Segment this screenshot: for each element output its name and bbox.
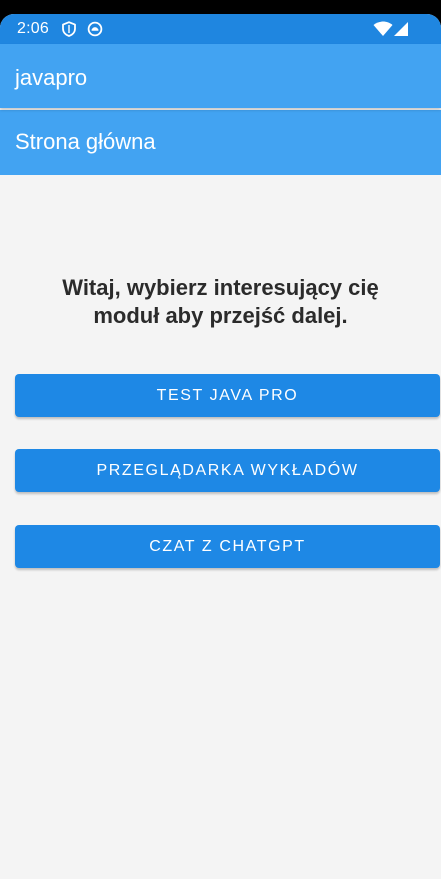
signal-icon (393, 21, 409, 37)
app-bar: javapro (0, 44, 441, 108)
status-time: 2:06 (17, 20, 49, 37)
shield-icon (61, 21, 77, 37)
test-java-pro-button-label: TEST JAVA PRO (156, 387, 299, 404)
chatgpt-chat-button-label: CZAT Z CHATGPT (149, 538, 306, 555)
phone-frame: 2:06 javapro Strona główna Witaj, wybier… (0, 0, 441, 879)
page-header: Strona główna (0, 110, 441, 175)
lecture-browser-button-label: PRZEGLĄDARKA WYKŁADÓW (96, 462, 359, 479)
app-screen: 2:06 javapro Strona główna Witaj, wybier… (0, 14, 441, 879)
wifi-icon (373, 21, 393, 37)
app-notification-icon (87, 21, 103, 37)
lecture-browser-button[interactable]: PRZEGLĄDARKA WYKŁADÓW (15, 449, 440, 492)
app-title: javapro (15, 65, 88, 90)
page-title: Strona główna (15, 129, 156, 154)
test-java-pro-button[interactable]: TEST JAVA PRO (15, 374, 440, 417)
status-bar: 2:06 (0, 14, 441, 44)
chatgpt-chat-button[interactable]: CZAT Z CHATGPT (15, 525, 440, 568)
welcome-text: Witaj, wybierz interesujący cię moduł ab… (62, 275, 379, 328)
